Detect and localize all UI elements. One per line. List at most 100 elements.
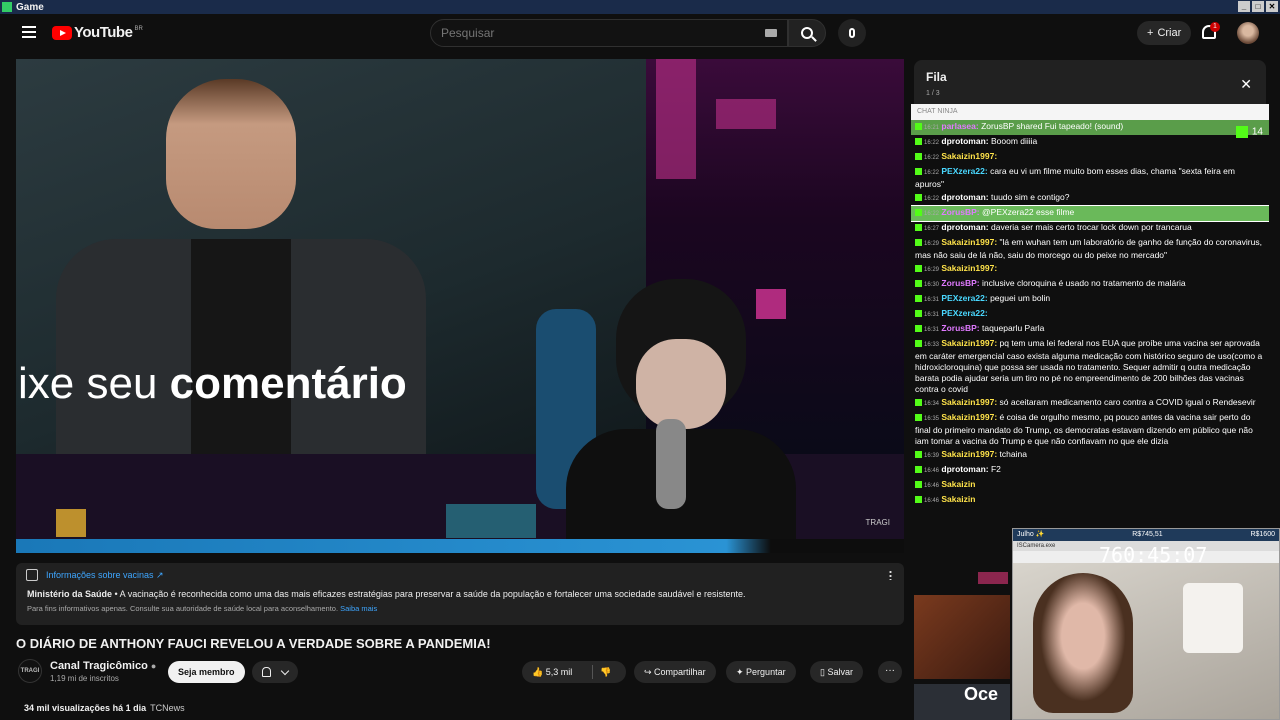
search-icon [801,27,813,39]
ask-button[interactable]: ✦ Perguntar [726,661,796,683]
voice-search-button[interactable] [838,19,866,47]
chat-time: 16:35 [924,416,940,422]
chat-username: ZorusBP: [941,278,980,288]
masthead: YouTube BR + Criar 1 [0,14,1280,52]
dislike-button[interactable]: 👎 [600,661,611,683]
webcam-overlay: Julho ✨ R$745,51 R$1600 ISCamera.exe 760… [1012,528,1280,720]
chat-text: @PEXzera22 esse filme [982,207,1075,217]
chat-message: 16:22 PEXzera22: cara eu vi um filme mui… [911,165,1269,191]
notification-count-badge: 1 [1210,22,1220,32]
minimize-button[interactable]: _ [1238,1,1250,12]
chat-time: 16:30 [924,282,940,288]
goal-current-amount: R$745,51 [1132,531,1163,538]
region-code: BR [134,25,143,32]
window-title: Game [16,1,44,13]
chat-message: 16:39 Sakaizin1997: tchaina [911,448,1269,463]
chat-message: 16:30 ZorusBP: inclusive cloroquina é us… [911,277,1269,292]
user-avatar[interactable] [1237,22,1259,44]
kick-icon [915,153,922,161]
chat-text: tuudo sim e contigo? [990,192,1070,202]
suggested-video-thumbnail[interactable]: Oce [914,684,1010,720]
subathon-timer: 760:45:07 [1099,543,1208,567]
kick-icon [915,481,922,489]
chat-message: 16:31 ZorusBP: taqueparlu Parla [911,322,1269,337]
chat-text: inclusive cloroquina é usado no tratamen… [982,278,1186,288]
sparkle-icon: ✦ [736,667,747,677]
chat-username: dprotoman: [941,464,989,474]
chat-text: Booom diiiia [990,136,1038,146]
chat-username: PEXzera22: [941,293,988,303]
kick-icon [915,310,922,318]
chat-time: 16:22 [924,196,940,202]
chat-message: 16:22 dprotoman: Booom diiiia [911,135,1269,150]
hashtag-link[interactable]: TCNews [150,703,185,713]
chat-time: 16:31 [924,297,940,303]
chat-text: peguei um bolin [990,293,1051,303]
app-icon [2,2,12,12]
media-progress-indicator [978,572,1008,584]
chat-text: só aceitaram medicamento caro contra a C… [999,397,1256,407]
create-button[interactable]: + Criar [1137,21,1192,45]
channel-name[interactable]: Canal Tragicômico ● [50,660,156,672]
search-input[interactable] [431,20,751,46]
chat-username: Sakaizin1997: [941,397,998,407]
goal-bar: Julho ✨ R$745,51 R$1600 [1013,529,1279,541]
kick-icon [915,138,922,146]
chat-message: 16:46 Sakaizin [911,478,1269,493]
close-icon[interactable]: ✕ [1240,76,1252,93]
share-button[interactable]: ↪ Compartilhar [634,661,716,683]
share-icon: ↪ [644,667,655,677]
goal-target-amount: R$1600 [1250,531,1275,538]
close-window-button[interactable]: ✕ [1266,1,1278,12]
kick-icon [915,280,922,288]
video-overlay-caption: ixe seu comentário [18,359,407,408]
maximize-button[interactable]: □ [1252,1,1264,12]
kick-icon [1235,126,1248,138]
vaccine-info-link[interactable]: Informações sobre vacinas ↗ [46,570,164,581]
channel-avatar[interactable]: TRAGI [18,659,42,683]
kick-icon [915,414,922,422]
chat-text: taqueparlu Parla [982,323,1045,333]
save-button[interactable]: ▯ Salvar [810,661,863,683]
join-member-button[interactable]: Seja membro [168,661,245,683]
kick-icon [915,209,922,217]
chat-message: 16:34 Sakaizin1997: só aceitaram medicam… [911,396,1269,411]
chat-message: 16:29 Sakaizin1997: "lá em wuhan tem um … [911,236,1269,262]
chat-time: 16:39 [924,453,940,459]
like-button[interactable]: 👍 5,3 mil [532,667,572,677]
subscription-bell-button[interactable] [252,661,298,683]
chat-message: 16:46 dprotoman: F2 [911,463,1269,478]
chat-message: 16:33 Sakaizin1997: pq tem uma lei feder… [911,337,1269,396]
chat-time: 16:31 [924,327,940,333]
chat-username: Sakaizin [941,479,976,489]
video-player[interactable]: ixe seu comentário TRAGI [16,59,904,553]
queue-count: 1 / 3 [926,90,940,97]
chat-time: 16:46 [924,468,940,474]
chat-username: Sakaizin1997: [941,338,998,348]
more-actions-button[interactable]: ··· [878,661,902,683]
kick-icon [915,194,922,202]
chat-message: 16:22 dprotoman: tuudo sim e contigo? [911,191,1269,206]
queue-title: Fila [926,70,947,84]
hamburger-menu-icon[interactable] [22,26,36,38]
create-label: Criar [1157,27,1182,39]
keyboard-icon[interactable] [765,29,777,37]
chat-text: daveria ser mais certo trocar lock down … [990,222,1192,232]
chat-username: Sakaizin1997: [941,449,998,459]
chat-username: dprotoman: [941,222,989,232]
play-logo-icon [52,25,72,40]
kick-icon [915,168,922,176]
youtube-logo[interactable]: YouTube BR [52,24,143,41]
chat-username: dprotoman: [941,136,989,146]
learn-more-link[interactable]: Saiba mais [340,604,377,613]
chat-message: 16:31 PEXzera22: peguei um bolin [911,292,1269,307]
chat-username: Sakaizin1997: [941,263,998,273]
more-options-icon[interactable] [889,570,892,580]
info-panel-icon [26,569,38,581]
search-button[interactable] [788,19,826,47]
chat-time: 16:34 [924,401,940,407]
plus-icon: + [1147,27,1154,39]
kick-icon [915,399,922,407]
chat-username: dprotoman: [941,192,989,202]
suggested-video-thumbnail[interactable] [914,595,1010,679]
